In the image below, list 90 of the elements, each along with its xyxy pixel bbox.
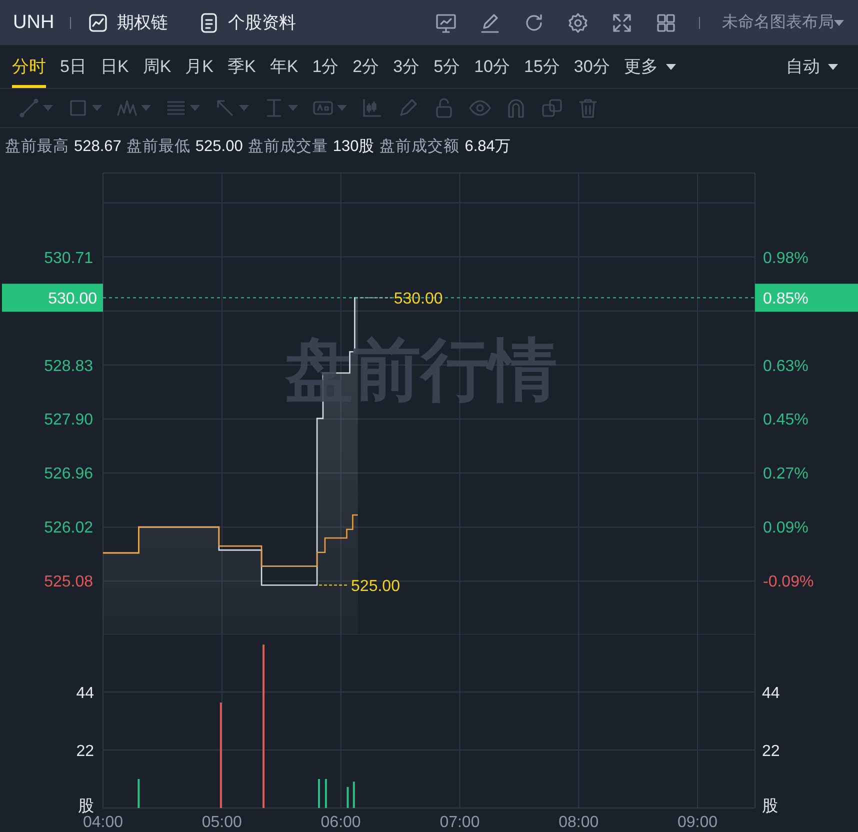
header-link[interactable]: 个股资料 <box>198 11 296 34</box>
eye-icon[interactable] <box>469 97 491 119</box>
caret-icon <box>190 105 200 111</box>
caret-icon <box>141 105 151 111</box>
leader-line <box>318 584 350 586</box>
rectangle-tool-icon[interactable] <box>67 97 89 119</box>
axis-label: 530.71 <box>44 250 93 267</box>
axis-label: 06:00 <box>320 814 361 831</box>
period-tab[interactable]: 3分 <box>393 45 420 88</box>
caret-icon <box>666 64 676 70</box>
period-tab[interactable]: 年K <box>270 45 298 88</box>
axis-label: 0.45% <box>763 411 808 428</box>
axis-label: 525.08 <box>44 574 93 591</box>
axis-label: 09:00 <box>678 814 718 831</box>
stock-symbol: UNH <box>13 12 54 34</box>
axis-label: 股 <box>78 798 94 815</box>
volume-bar <box>346 786 349 808</box>
caret-icon <box>834 20 844 26</box>
axis-label: 0.63% <box>763 358 808 375</box>
line-tool-icon[interactable] <box>18 97 40 119</box>
period-tab[interactable]: 2分 <box>352 45 380 88</box>
caret-icon <box>92 105 102 111</box>
stat-value: 6.84万 <box>464 137 511 157</box>
trash-icon[interactable] <box>577 97 599 119</box>
axis-label: 0.27% <box>763 465 808 482</box>
axis-label: 527.90 <box>44 411 93 428</box>
volume-bar <box>352 782 355 808</box>
candlestick-icon[interactable] <box>361 97 383 119</box>
change-tag: 0.85% <box>755 284 858 312</box>
caret-icon <box>43 105 53 111</box>
axis-label: 526.02 <box>44 520 93 536</box>
caret-icon <box>337 105 347 111</box>
axis-label: 528.83 <box>44 358 93 375</box>
volume-bar <box>324 779 327 808</box>
period-tab[interactable]: 日K <box>100 45 129 88</box>
more-menu[interactable]: 更多 <box>624 45 676 88</box>
axis-label: 22 <box>762 743 780 760</box>
pencil-icon[interactable] <box>397 97 419 119</box>
price-label: 525.00 <box>351 578 400 596</box>
layout-menu[interactable]: 未命名图表布局 <box>722 12 844 33</box>
axis-label: 22 <box>76 743 94 760</box>
period-tab[interactable]: 分时 <box>12 45 46 88</box>
leader-line <box>359 297 392 298</box>
price-label: 530.00 <box>394 290 443 308</box>
settings-icon[interactable] <box>567 12 589 34</box>
period-tab[interactable]: 30分 <box>574 45 610 88</box>
stat-label: 盘前成交额 <box>380 137 460 157</box>
magnet-icon[interactable] <box>505 97 527 119</box>
period-tab[interactable]: 月K <box>185 45 214 88</box>
grid-layout-icon[interactable] <box>655 12 677 34</box>
axis-label: 04:00 <box>82 814 124 831</box>
chart-doc-icon[interactable] <box>87 12 110 34</box>
stat-value: 528.67 <box>74 138 122 156</box>
axis-label: 44 <box>76 685 94 702</box>
edit-icon[interactable] <box>479 12 501 34</box>
period-tab[interactable]: 15分 <box>524 45 560 88</box>
period-tab[interactable]: 季K <box>228 45 256 88</box>
period-tab[interactable]: 10分 <box>474 45 510 88</box>
refresh-icon[interactable] <box>523 12 545 34</box>
caret-icon <box>828 64 838 70</box>
stat-value: 525.00 <box>195 138 243 156</box>
period-tab[interactable]: 5分 <box>434 45 460 88</box>
axis-label: 0.98% <box>763 250 808 267</box>
stat-label: 盘前最高 <box>5 137 69 157</box>
volume-bar <box>318 779 320 808</box>
axis-label: 526.96 <box>44 465 93 482</box>
axis-label: 07:00 <box>440 814 480 831</box>
scale-menu[interactable]: 自动 <box>786 45 838 88</box>
volume-bar <box>138 779 140 808</box>
caret-icon <box>288 105 298 111</box>
axis-label: 08:00 <box>558 814 599 831</box>
axis-label: -0.09% <box>763 574 814 591</box>
axis-label: 0.09% <box>763 520 808 536</box>
stat-value: 130股 <box>332 137 375 157</box>
period-tab[interactable]: 周K <box>142 45 172 88</box>
lock-icon[interactable] <box>433 97 455 119</box>
axis-label: 05:00 <box>202 814 242 831</box>
wave-tool-icon[interactable] <box>116 97 138 119</box>
monitor-chart-icon[interactable] <box>435 12 457 34</box>
fullscreen-icon[interactable] <box>611 12 633 34</box>
header-link[interactable]: 期权链 <box>87 11 168 34</box>
axis-label: 股 <box>762 798 778 815</box>
period-tab[interactable]: 5日 <box>60 45 86 88</box>
price-tag: 530.00 <box>2 284 103 312</box>
stat-label: 盘前最低 <box>126 137 190 157</box>
caret-icon <box>239 105 249 111</box>
stat-label: 盘前成交量 <box>248 137 328 157</box>
copy-icon[interactable] <box>541 97 563 119</box>
axis-label: 44 <box>762 685 780 702</box>
period-tab[interactable]: 1分 <box>312 45 339 88</box>
